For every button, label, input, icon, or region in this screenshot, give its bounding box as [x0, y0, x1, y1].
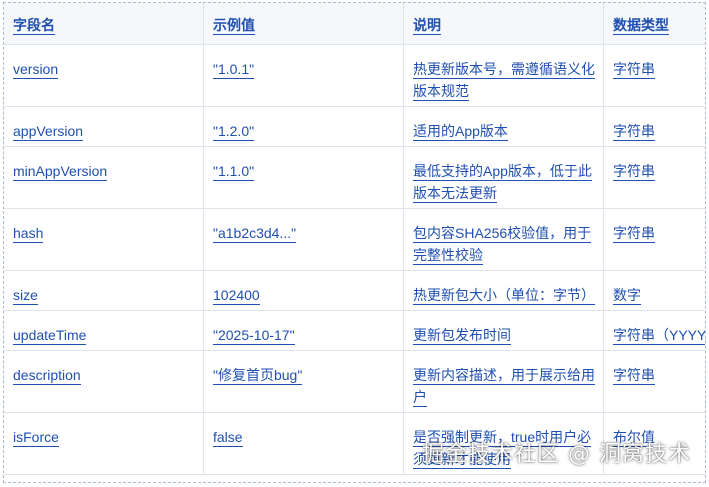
cell-example: "修复首页bug" — [203, 350, 404, 413]
field-table: 字段名 示例值 说明 数据类型 version "1.0.1" 热更新版本号，需遵循… — [4, 3, 705, 475]
table-header-row: 字段名 示例值 说明 数据类型 — [4, 3, 705, 45]
cell-example: "a1b2c3d4..." — [203, 208, 404, 271]
cell-description: 更新包发布时间 — [403, 310, 604, 351]
cell-description: 热更新包大小（单位：字节） — [403, 270, 604, 311]
cell-type: 字符串 — [603, 146, 705, 209]
cell-field: isForce — [4, 412, 204, 475]
cell-type: 字符串 — [603, 350, 705, 413]
cell-field: minAppVersion — [4, 146, 204, 209]
cell-type: 字符串 — [603, 208, 705, 271]
table-row: hash "a1b2c3d4..." 包内容SHA256校验值，用于完整性校验 字符串 — [4, 208, 705, 271]
cell-example: "1.0.1" — [203, 44, 404, 107]
cell-type: 字符串 — [603, 106, 705, 147]
table-row: minAppVersion "1.1.0" 最低支持的App版本，低于此版本无法更新… — [4, 146, 705, 209]
table-row: version "1.0.1" 热更新版本号，需遵循语义化版本规范 字符串 — [4, 44, 705, 107]
cell-field: version — [4, 44, 204, 107]
cell-description: 更新内容描述，用于展示给用户 — [403, 350, 604, 413]
cell-type: 字符串（YYYY — [603, 310, 705, 351]
table-frame: 字段名 示例值 说明 数据类型 version "1.0.1" 热更新版本号，需遵循… — [3, 2, 706, 483]
header-description: 说明 — [403, 3, 604, 45]
cell-field: appVersion — [4, 106, 204, 147]
cell-field: description — [4, 350, 204, 413]
table-row: updateTime "2025-10-17" 更新包发布时间 字符串（YYYY — [4, 310, 705, 351]
table-row: description "修复首页bug" 更新内容描述，用于展示给用户 字符串 — [4, 350, 705, 413]
cell-description: 包内容SHA256校验值，用于完整性校验 — [403, 208, 604, 271]
cell-type: 数字 — [603, 270, 705, 311]
cell-example: "1.1.0" — [203, 146, 404, 209]
cell-field: size — [4, 270, 204, 311]
table-row: appVersion "1.2.0" 适用的App版本 字符串 — [4, 106, 705, 147]
cell-example: "2025-10-17" — [203, 310, 404, 351]
header-example: 示例值 — [203, 3, 404, 45]
watermark: 掘金技术社区 @ 洞窝技术 — [422, 442, 691, 467]
cell-field: hash — [4, 208, 204, 271]
cell-type: 字符串 — [603, 44, 705, 107]
header-data-type: 数据类型 — [603, 3, 705, 45]
header-field-name: 字段名 — [4, 3, 204, 45]
cell-description: 适用的App版本 — [403, 106, 604, 147]
cell-example: "1.2.0" — [203, 106, 404, 147]
table-row: size 102400 热更新包大小（单位：字节） 数字 — [4, 270, 705, 311]
cell-example: false — [203, 412, 404, 475]
cell-field: updateTime — [4, 310, 204, 351]
cell-description: 热更新版本号，需遵循语义化版本规范 — [403, 44, 604, 107]
cell-example: 102400 — [203, 270, 404, 311]
cell-description: 最低支持的App版本，低于此版本无法更新 — [403, 146, 604, 209]
